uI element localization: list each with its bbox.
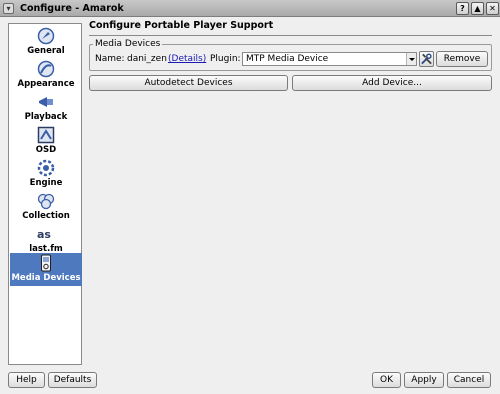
close-window-button[interactable]: ✕	[486, 2, 499, 15]
playback-icon	[39, 97, 53, 107]
ok-button[interactable]: OK	[372, 372, 401, 388]
configure-device-button[interactable]	[419, 51, 434, 67]
sidebar-item-label: Engine	[29, 178, 63, 188]
group-title: Media Devices	[93, 39, 163, 49]
sidebar-item-label: Playback	[24, 112, 68, 122]
plugin-label: Plugin:	[210, 54, 241, 64]
apply-button[interactable]: Apply	[404, 372, 444, 388]
svg-text:as: as	[37, 228, 51, 241]
cancel-button[interactable]: Cancel	[447, 372, 491, 388]
lastfm-icon: as	[37, 228, 51, 241]
sidebar-item-label: Collection	[22, 211, 70, 221]
appearance-icon	[37, 60, 55, 78]
sidebar-item-label: General	[27, 46, 65, 56]
help-button[interactable]: Help	[8, 372, 45, 388]
engine-icon	[37, 159, 55, 177]
sidebar-item-media-devices[interactable]: Media Devices	[10, 253, 82, 286]
title-bar[interactable]: ▾ Configure - Amarok ? ▲ ✕	[0, 0, 500, 17]
page-title: Configure Portable Player Support	[89, 20, 274, 31]
general-icon	[37, 27, 55, 45]
device-name-label: Name:	[95, 54, 125, 64]
keep-above-button[interactable]: ▲	[471, 2, 484, 15]
osd-icon	[37, 126, 55, 144]
plugin-select-value: MTP Media Device	[246, 54, 329, 64]
sidebar-item-general[interactable]: General	[10, 26, 82, 59]
add-device-button[interactable]: Add Device...	[292, 75, 492, 91]
sidebar-item-label: Appearance	[17, 79, 75, 89]
tools-icon	[421, 53, 432, 65]
chevron-down-icon[interactable]	[406, 53, 416, 65]
autodetect-devices-button[interactable]: Autodetect Devices	[89, 75, 288, 91]
sidebar-item-appearance[interactable]: Appearance	[10, 59, 82, 92]
device-name-value: dani_zen	[127, 54, 167, 64]
help-titlebar-button[interactable]: ?	[456, 2, 469, 15]
sidebar-item-collection[interactable]: Collection	[10, 191, 82, 224]
sidebar-item-label: Media Devices	[11, 273, 81, 283]
sidebar-item-label: OSD	[35, 145, 57, 155]
sidebar-item-engine[interactable]: Engine	[10, 158, 82, 191]
sidebar-item-osd[interactable]: OSD	[10, 125, 82, 158]
collection-icon	[37, 193, 55, 210]
plugin-select[interactable]: MTP Media Device	[242, 52, 417, 66]
window-title: Configure - Amarok	[20, 3, 124, 14]
defaults-button[interactable]: Defaults	[48, 372, 97, 388]
remove-device-button[interactable]: Remove	[436, 51, 488, 67]
window-menu-icon[interactable]: ▾	[3, 3, 14, 14]
config-sidebar: General Appearance Playback OSD Engine C…	[8, 23, 82, 365]
sidebar-item-playback[interactable]: Playback	[10, 92, 82, 125]
details-link[interactable]: (Details)	[168, 54, 206, 65]
media-devices-icon	[41, 254, 51, 272]
title-divider	[89, 35, 492, 36]
